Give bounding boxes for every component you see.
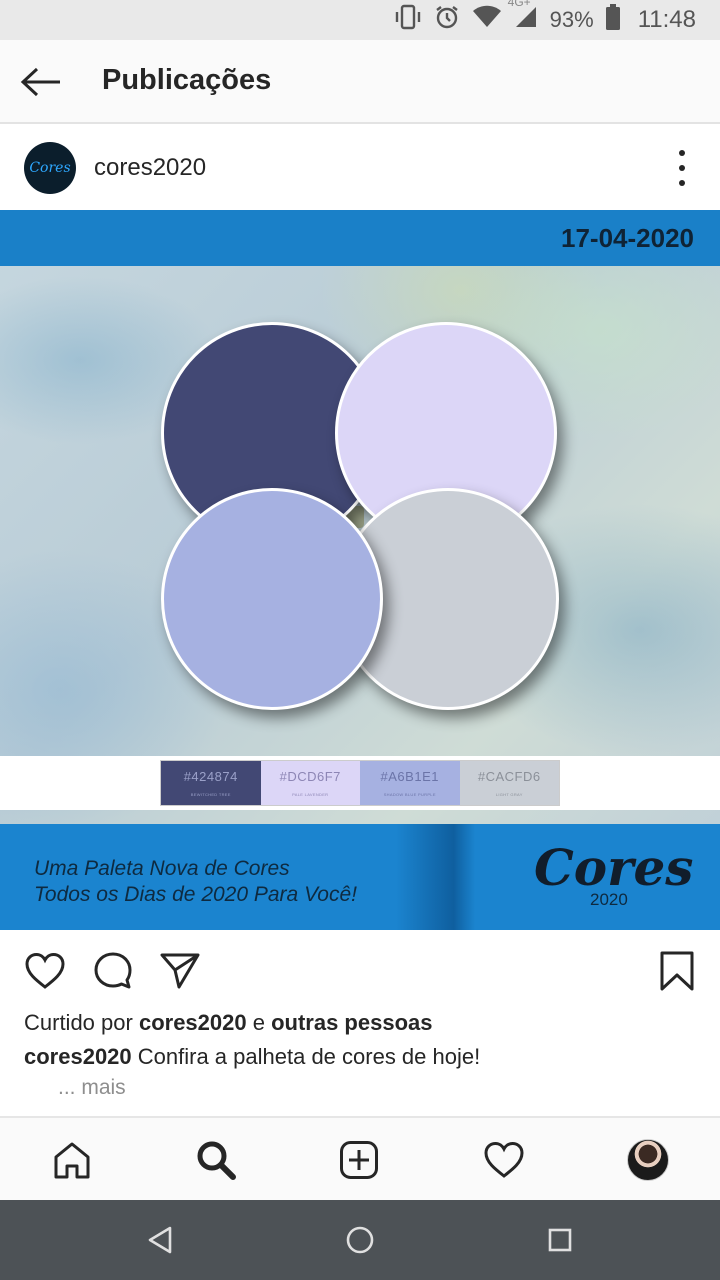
palette-swatches: #424874 BEWITCHED TREE #DCD6F7 PALE LAVE… bbox=[160, 760, 560, 806]
like-button[interactable] bbox=[22, 948, 68, 994]
likes-summary: Curtido por cores2020 e outras pessoas bbox=[24, 1010, 432, 1036]
system-home-button[interactable] bbox=[342, 1222, 378, 1258]
swatch-name: PALE LAVENDER bbox=[292, 792, 329, 797]
post-header: Cores cores2020 bbox=[0, 126, 720, 210]
nav-home[interactable] bbox=[48, 1136, 96, 1184]
swatch-4: #CACFD6 LIGHT GRAY bbox=[459, 761, 559, 805]
likes-connector: e bbox=[246, 1010, 272, 1035]
alarm-icon bbox=[434, 4, 460, 36]
swatch-hex: #A6B1E1 bbox=[380, 769, 439, 784]
liked-by-others[interactable]: outras pessoas bbox=[271, 1010, 432, 1035]
wifi-icon bbox=[472, 5, 502, 35]
save-button[interactable] bbox=[654, 948, 700, 994]
banner-brand-panel: Cores 2020 bbox=[478, 824, 720, 930]
comment-icon bbox=[94, 952, 132, 989]
promo-banner: Uma Paleta Nova de Cores Todos os Dias d… bbox=[0, 824, 720, 930]
share-button[interactable] bbox=[157, 948, 203, 994]
square-recents-icon bbox=[548, 1228, 572, 1252]
search-icon bbox=[197, 1141, 236, 1180]
battery-icon bbox=[605, 4, 620, 36]
more-options-button[interactable] bbox=[672, 150, 692, 186]
home-icon bbox=[54, 1142, 90, 1179]
post-author-avatar[interactable]: Cores bbox=[24, 142, 76, 194]
likes-prefix: Curtido por bbox=[24, 1010, 139, 1035]
caption-username[interactable]: cores2020 bbox=[24, 1044, 132, 1069]
system-recents-button[interactable] bbox=[542, 1222, 578, 1258]
heart-icon bbox=[484, 1141, 524, 1178]
caption-more-link[interactable]: ... mais bbox=[58, 1076, 126, 1100]
swatch-hex: #DCD6F7 bbox=[279, 769, 341, 784]
banner-tagline: Uma Paleta Nova de Cores Todos os Dias d… bbox=[34, 856, 357, 908]
nav-activity[interactable] bbox=[480, 1136, 528, 1184]
brand-year: 2020 bbox=[590, 890, 628, 909]
swatch-name: BEWITCHED TREE bbox=[190, 792, 231, 797]
clock: 11:48 bbox=[637, 6, 696, 33]
brand-logo: Cores bbox=[534, 838, 694, 897]
liked-by-user[interactable]: cores2020 bbox=[139, 1010, 247, 1035]
post-image[interactable]: 17-04-2020 #424874 BEWITCHED TREE #DCD6F… bbox=[0, 210, 720, 930]
arrow-left-icon bbox=[20, 67, 60, 97]
profile-avatar bbox=[627, 1139, 669, 1181]
swatch-3: #A6B1E1 SHADOW BLUE PURPLE bbox=[360, 761, 460, 805]
palette-circles bbox=[0, 210, 720, 930]
bottom-navigation bbox=[0, 1116, 720, 1200]
avatar-logo: Cores bbox=[29, 160, 71, 176]
nav-profile[interactable] bbox=[624, 1136, 672, 1184]
swatch-name: SHADOW BLUE PURPLE bbox=[383, 792, 436, 797]
cellular-signal-icon: 4G+ bbox=[508, 0, 538, 35]
swatch-2: #DCD6F7 PALE LAVENDER bbox=[260, 761, 360, 805]
color-circle-3 bbox=[161, 488, 383, 710]
app-header: Publicações bbox=[0, 40, 720, 124]
bookmark-icon bbox=[660, 951, 694, 991]
nav-search[interactable] bbox=[192, 1136, 240, 1184]
network-type: 4G+ bbox=[507, 0, 531, 9]
nav-new-post[interactable] bbox=[335, 1136, 383, 1184]
battery-percent: 93% bbox=[549, 7, 594, 32]
swatch-hex: #CACFD6 bbox=[477, 769, 541, 784]
add-post-icon bbox=[340, 1141, 378, 1179]
status-bar: 4G+ 93% 11:48 bbox=[0, 0, 720, 40]
banner-line-2: Todos os Dias de 2020 Para Você! bbox=[34, 883, 357, 906]
page-title: Publicações bbox=[102, 64, 272, 96]
system-navigation-bar bbox=[0, 1200, 720, 1280]
banner-line-1: Uma Paleta Nova de Cores bbox=[34, 857, 290, 880]
dot bbox=[679, 150, 685, 156]
swatch-1: #424874 BEWITCHED TREE bbox=[161, 761, 261, 805]
post-actions bbox=[0, 930, 720, 1012]
swatch-hex: #424874 bbox=[183, 769, 238, 784]
swatch-band: #424874 BEWITCHED TREE #DCD6F7 PALE LAVE… bbox=[0, 756, 720, 810]
dot bbox=[679, 165, 685, 171]
dot bbox=[679, 180, 685, 186]
comment-button[interactable] bbox=[90, 948, 136, 994]
back-button[interactable] bbox=[18, 60, 64, 104]
caption-text: Confira a palheta de cores de hoje! bbox=[131, 1044, 481, 1069]
circle-home-icon bbox=[346, 1226, 374, 1254]
send-icon bbox=[160, 953, 200, 989]
system-back-button[interactable] bbox=[142, 1222, 178, 1258]
swatch-name: LIGHT GRAY bbox=[495, 792, 523, 797]
post-caption: cores2020 Confira a palheta de cores de … bbox=[24, 1044, 480, 1070]
vibrate-icon bbox=[394, 4, 422, 36]
triangle-back-icon bbox=[148, 1226, 172, 1254]
heart-icon bbox=[25, 952, 65, 989]
post-author-username[interactable]: cores2020 bbox=[94, 154, 206, 182]
